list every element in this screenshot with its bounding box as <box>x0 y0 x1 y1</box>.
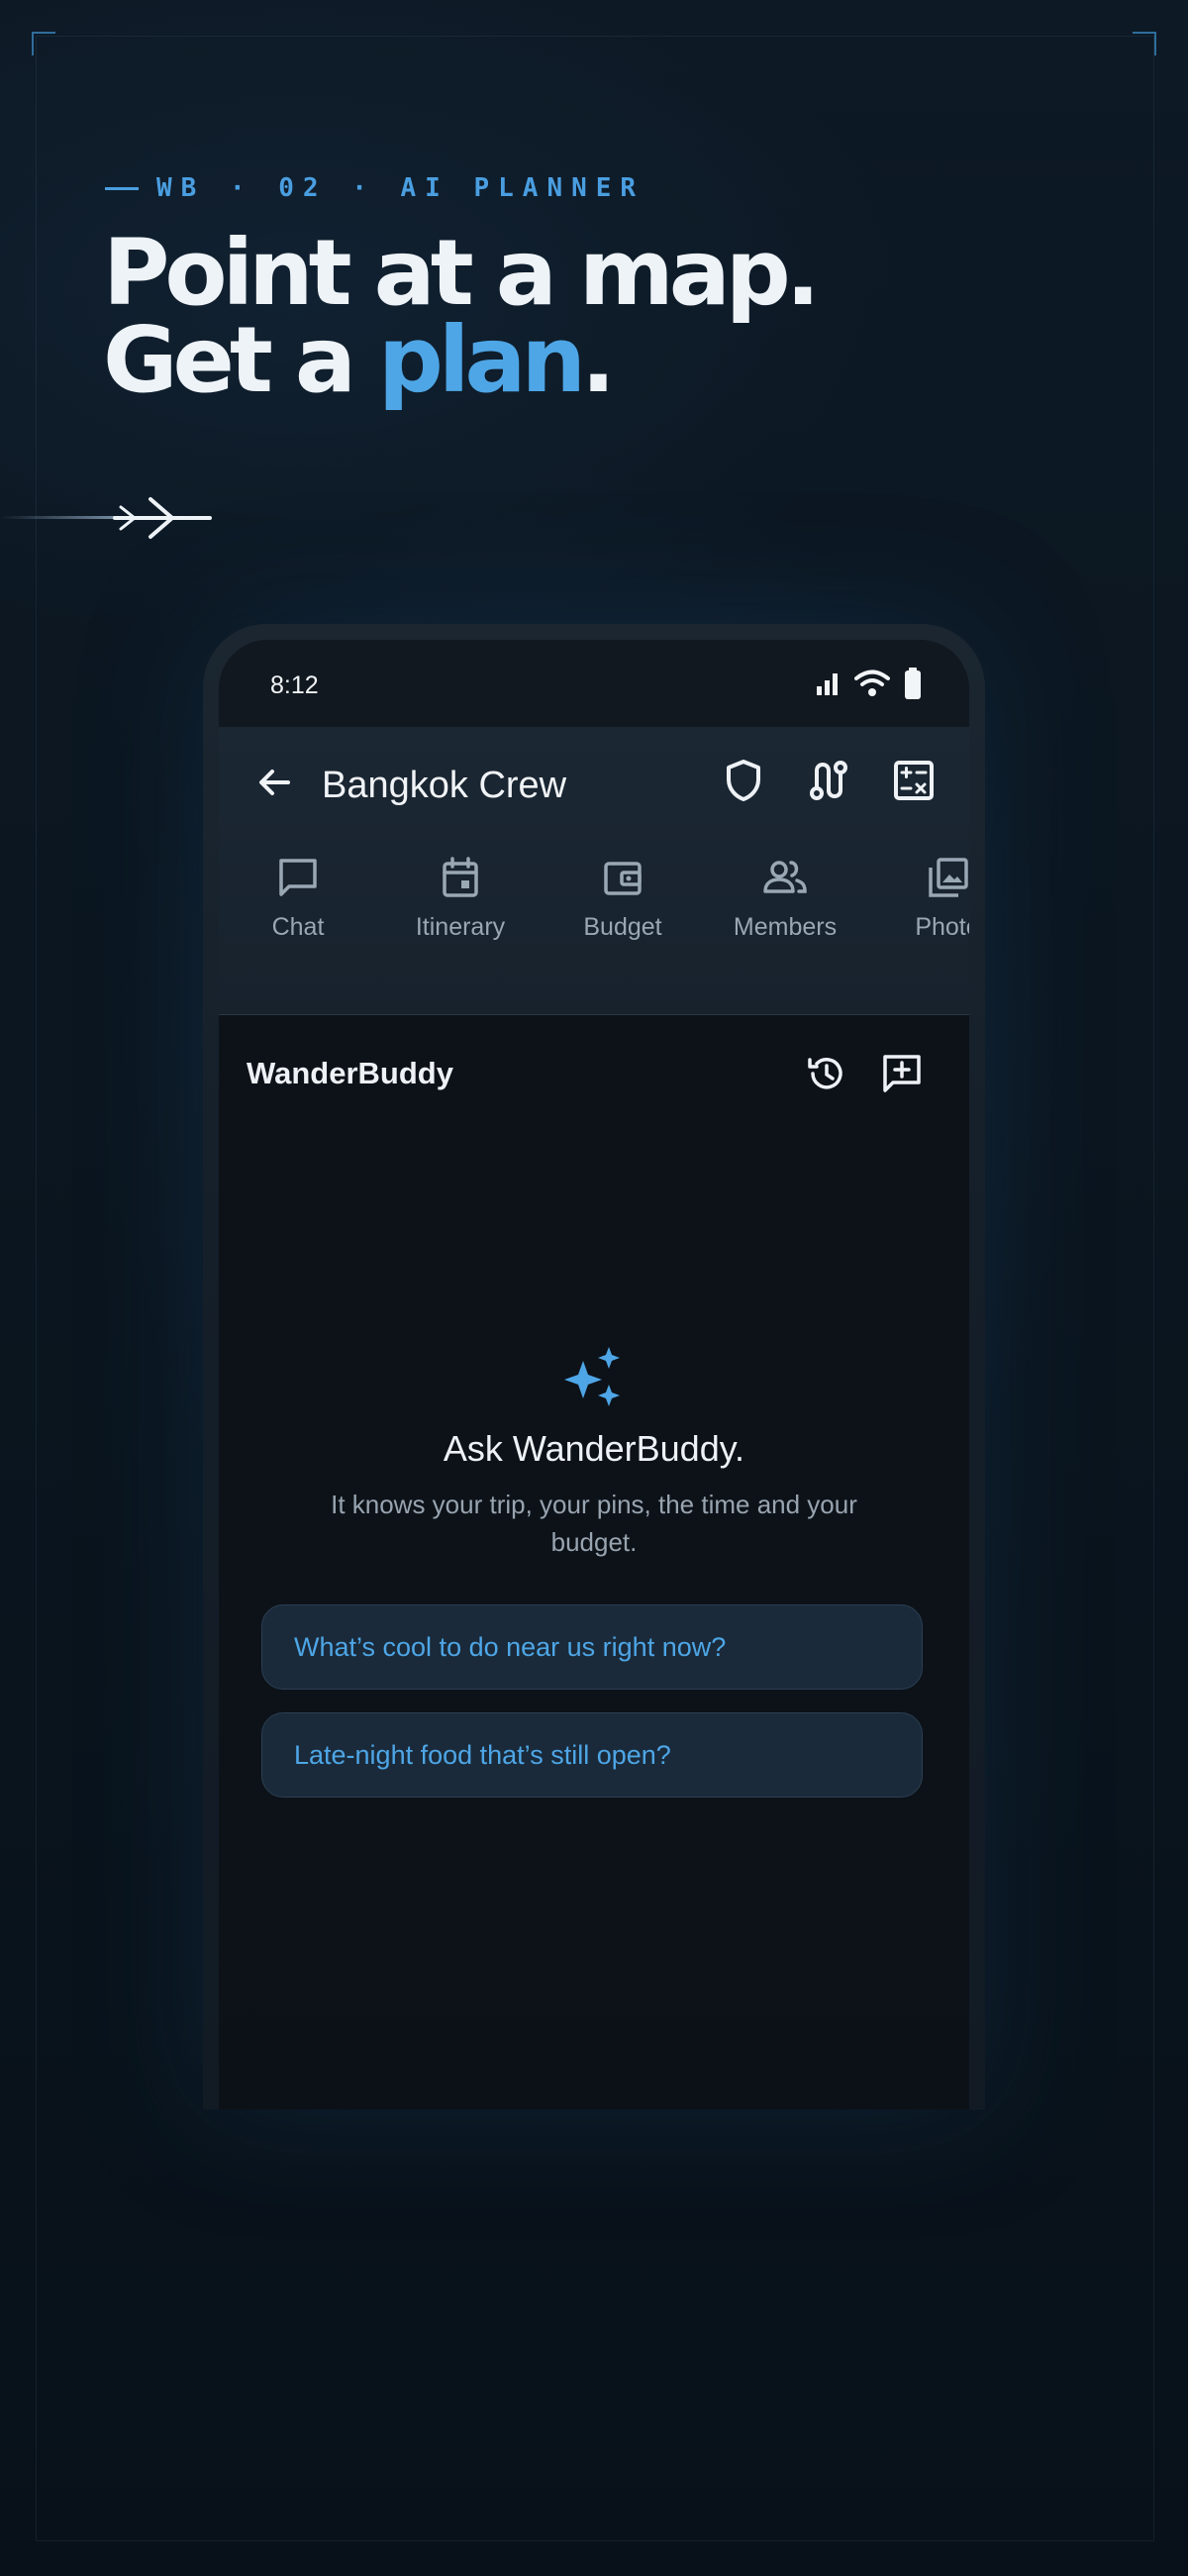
empty-state: Ask WanderBuddy. It knows your trip, you… <box>219 1343 969 1561</box>
status-bar: 8:12 <box>219 640 969 727</box>
headline-accent-word: plan <box>378 307 586 413</box>
tab-label: Budget <box>583 913 662 941</box>
new-chat-icon[interactable] <box>880 1052 924 1095</box>
tab-label: Members <box>733 913 838 941</box>
battery-icon <box>905 668 921 699</box>
suggestion-chip[interactable]: Late-night food that’s still open? <box>261 1712 923 1798</box>
assistant-name: WanderBuddy <box>247 1056 453 1090</box>
calendar-icon <box>443 857 478 897</box>
tab-label: Chat <box>271 913 325 941</box>
sparkle-icon <box>564 1347 620 1406</box>
tab-bar: Chat Itinerary Budget Members Phot <box>219 844 969 1002</box>
headline: Point at a map. Get a plan. <box>103 228 821 406</box>
app-bar: Bangkok Crew Chat Itinerary Budget Membe… <box>219 727 969 1015</box>
photos-icon <box>929 858 968 897</box>
tab-label: Itinerary <box>415 913 506 941</box>
screen-fade <box>219 1852 969 2110</box>
empty-subtitle: It knows your trip, your pins, the time … <box>331 1490 857 1557</box>
status-time: 8:12 <box>270 671 319 699</box>
phone-mockup: 8:12 Bangkok Crew Chat Itinerary Budget … <box>203 624 985 2110</box>
assistant-header: WanderBuddy <box>219 1014 969 1133</box>
route-icon[interactable] <box>807 757 850 804</box>
tab-photos[interactable]: Photo <box>868 844 969 942</box>
wallet-icon <box>604 862 642 895</box>
phone-screen: 8:12 Bangkok Crew Chat Itinerary Budget … <box>219 640 969 2110</box>
airplane-icon <box>113 497 212 539</box>
people-icon <box>763 861 807 893</box>
tab-members[interactable]: Members <box>706 844 864 942</box>
trip-title: Bangkok Crew <box>322 765 567 806</box>
suggestion-chip[interactable]: What’s cool to do near us right now? <box>261 1604 923 1690</box>
eyebrow-dash <box>105 186 139 190</box>
tab-budget[interactable]: Budget <box>544 844 702 942</box>
calculator-icon[interactable] <box>892 757 936 804</box>
shield-icon[interactable] <box>722 757 765 804</box>
tab-chat[interactable]: Chat <box>219 844 377 942</box>
tab-label: Photo <box>915 913 969 941</box>
corner-mark-top-left <box>32 32 55 55</box>
chat-icon <box>279 859 317 896</box>
status-icons <box>815 668 922 699</box>
empty-title: Ask WanderBuddy. <box>443 1428 745 1469</box>
headline-line-2-end: . <box>581 307 616 413</box>
corner-mark-top-right <box>1133 32 1156 55</box>
signal-icon <box>817 673 838 695</box>
wifi-icon <box>854 670 890 696</box>
tab-itinerary[interactable]: Itinerary <box>381 844 540 942</box>
back-arrow-icon[interactable] <box>252 761 296 804</box>
eyebrow: WB · 02 · AI PLANNER <box>105 170 644 206</box>
eyebrow-text: WB · 02 · AI PLANNER <box>156 173 645 203</box>
history-icon[interactable] <box>805 1052 848 1095</box>
headline-line-2-start: Get a <box>103 307 379 413</box>
